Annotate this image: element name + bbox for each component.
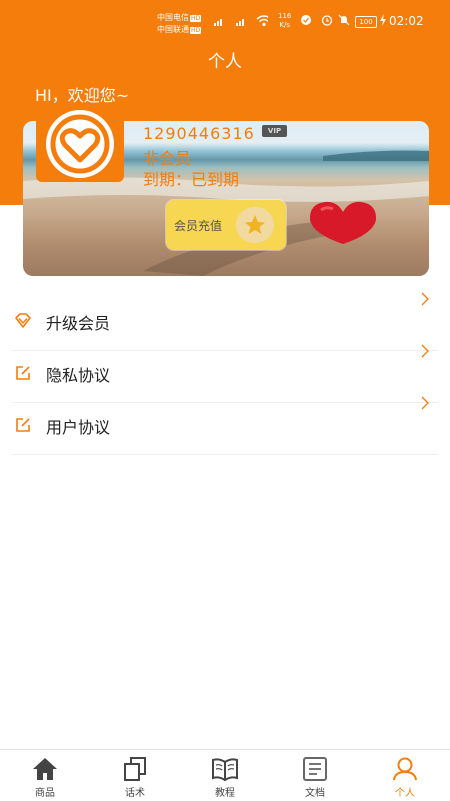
menu-item-label: 用户协议	[46, 418, 111, 437]
chevron-right-icon	[421, 344, 429, 358]
bottom-navigation: 商品 话术 教程 文档 个人	[0, 749, 450, 801]
wifi-icon	[256, 15, 268, 26]
nav-tab-label: 话术	[125, 788, 145, 799]
mute-icon	[338, 14, 350, 26]
nav-tab-products[interactable]: 商品	[0, 750, 90, 801]
app-logo-icon	[46, 110, 114, 178]
battery-indicator: 100	[355, 16, 377, 28]
star-icon	[245, 215, 265, 234]
edit-icon	[16, 366, 30, 380]
carrier-1: 中国电信	[157, 13, 189, 22]
nav-tab-label: 文档	[305, 788, 325, 799]
document-icon	[303, 757, 327, 781]
menu-item-upgrade-membership[interactable]: 升级会员	[12, 292, 438, 351]
heart-decoration-icon	[309, 201, 377, 244]
alarm-icon	[321, 15, 333, 26]
hd-badge-1: HD	[190, 15, 202, 22]
shield-icon	[301, 15, 311, 25]
carrier-2: 中国联通	[157, 25, 189, 34]
vip-badge: VIP	[262, 125, 287, 137]
page-title: 个人	[208, 52, 242, 72]
menu-item-label: 隐私协议	[46, 366, 111, 385]
signal-icon-2	[236, 19, 244, 26]
speed-value: 116	[278, 12, 292, 20]
greeting-text: HI，欢迎您~	[35, 86, 130, 105]
chevron-right-icon	[421, 292, 429, 306]
book-icon	[212, 758, 238, 782]
avatar[interactable]	[36, 106, 124, 182]
recharge-label: 会员充值	[174, 219, 223, 233]
edit-icon	[16, 418, 30, 432]
network-speed: 116 K/s	[278, 12, 291, 30]
status-bar: 中国电信 HD 中国联通 HD 116 K/s 100 02:02	[0, 8, 450, 36]
copy-icon	[124, 757, 146, 781]
speed-unit: K/s	[279, 21, 290, 29]
nav-tab-scripts[interactable]: 话术	[90, 750, 180, 801]
nav-tab-profile[interactable]: 个人	[360, 750, 450, 801]
chevron-right-icon	[421, 396, 429, 410]
signal-icon-1	[214, 19, 222, 26]
person-icon	[393, 757, 417, 781]
nav-tab-documents[interactable]: 文档	[270, 750, 360, 801]
membership-expiry: 到期：已到期	[143, 170, 240, 189]
nav-tab-tutorials[interactable]: 教程	[180, 750, 270, 801]
recharge-button[interactable]: 会员充值	[166, 200, 286, 250]
account-id: 1290446316	[143, 124, 255, 143]
menu-item-label: 升级会员	[46, 314, 111, 333]
home-icon	[33, 758, 57, 780]
nav-tab-label: 教程	[215, 788, 235, 799]
nav-tab-label: 商品	[35, 788, 55, 799]
nav-tab-label: 个人	[395, 788, 415, 799]
menu-item-user-agreement[interactable]: 用户协议	[12, 396, 438, 455]
diamond-icon	[15, 313, 31, 328]
hd-badge-2: HD	[190, 27, 202, 34]
menu-item-privacy-policy[interactable]: 隐私协议	[12, 344, 438, 403]
carrier-info: 中国电信 HD 中国联通 HD	[157, 12, 202, 36]
clock: 02:02	[389, 14, 424, 28]
recharge-icon	[236, 207, 274, 243]
